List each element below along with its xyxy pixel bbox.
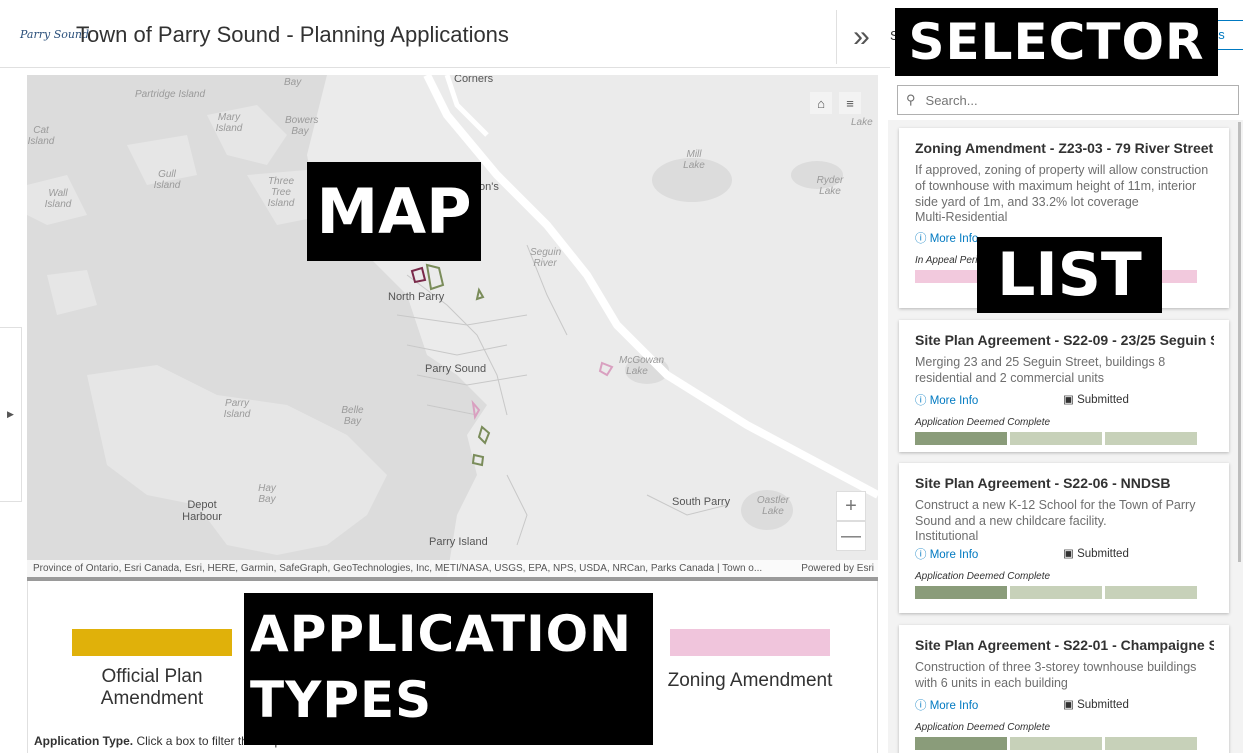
water-label: Ryder Lake [816,175,844,197]
more-info-label: More Info [929,395,979,407]
status-label: Submitted [1077,548,1129,560]
card-description: Merging 23 and 25 Seguin Street, buildin… [915,355,1166,385]
water-label: Bay [284,77,302,88]
chevron-right-icon: ▶ [7,409,14,419]
status-label: Submitted [1077,699,1129,711]
status-badge: ▣ Submitted [1063,546,1129,562]
status-badge: ▣ Submitted [1063,392,1129,408]
more-info-link[interactable]: ⓘ More Info [915,697,1063,713]
list-overlay-label: LIST [977,237,1162,313]
page-title: Town of Parry Sound - Planning Applicati… [76,22,509,47]
search-field[interactable]: ⚲ [897,85,1239,115]
calendar-icon: ▣ [1063,699,1078,711]
water-label: Parry Island [223,398,251,420]
card-phase: Application Deemed Complete [915,417,1051,428]
double-chevron-right-icon[interactable]: » [836,10,886,64]
info-icon: ⓘ [915,700,930,712]
zoom-out-button[interactable]: — [836,521,866,551]
more-info-link[interactable]: ⓘ More Info [915,392,1063,408]
status-badge: ▣ Submitted [1063,697,1129,713]
status-label: Submitted [1077,394,1129,406]
more-info-label: More Info [929,700,979,712]
zoning-amendment-swatch[interactable] [670,629,830,656]
home-icon[interactable]: ⌂ [810,92,832,114]
card-description: Construct a new K-12 School for the Town… [915,498,1196,528]
card-phase: Application Deemed Complete [915,571,1051,582]
water-label: Lake [851,117,873,128]
place-label: Parry Island [429,536,488,548]
side-panel-toggle[interactable]: ▶ [0,327,22,502]
place-label: South Parry [672,496,731,508]
water-label: Cat Island [27,125,55,147]
calendar-icon: ▣ [1063,548,1078,560]
more-info-link[interactable]: ⓘ More Info [915,546,1063,562]
map-basemap [27,75,878,577]
card-title: Site Plan Agreement - S22-09 - 23/25 Seg… [915,332,1214,348]
application-list: Zoning Amendment - Z23-03 - 79 River Str… [888,120,1243,753]
attribution-text: Province of Ontario, Esri Canada, Esri, … [33,563,763,574]
progress-bar [915,432,1197,445]
water-label: McGowan Lake [619,355,665,377]
selector-overlay-label: SELECTOR [895,8,1218,76]
card-description: Construction of three 3-storey townhouse… [915,660,1197,690]
calendar-icon: ▣ [1063,394,1078,406]
more-info-label: More Info [929,549,979,561]
app-header: Parry Sound Town of Parry Sound - Planni… [0,0,890,68]
official-plan-amendment-label[interactable]: Official Plan Amendment [72,666,232,710]
water-label: Gull Island [153,169,181,191]
card-title: Site Plan Agreement - S22-06 - NNDSB [915,475,1171,491]
map-view[interactable]: Partridge Island Mary Island Bowers Bay … [27,75,878,577]
application-types-overlay-label: APPLICATION TYPES [244,593,653,745]
progress-bar [915,586,1197,599]
info-icon: ⓘ [915,395,930,407]
water-label: Wall Island [44,188,72,210]
overlay-line: TYPES [250,671,433,729]
info-icon: ⓘ [915,549,930,561]
map-overlay-label: MAP [307,162,481,261]
list-item[interactable]: Site Plan Agreement - S22-01 - Champaign… [899,625,1229,753]
water-label: Bowers Bay [285,115,319,137]
place-label: North Parry [388,291,445,303]
progress-bar [915,737,1197,750]
legend-list-icon[interactable]: ≡ [839,92,861,114]
more-info-label: More Info [929,233,979,245]
place-label: Parry Sound [425,363,487,375]
info-icon: ⓘ [915,233,930,245]
list-item[interactable]: Site Plan Agreement - S22-06 - NNDSB Con… [899,463,1229,613]
search-input[interactable] [925,92,1206,108]
list-item[interactable]: Site Plan Agreement - S22-09 - 23/25 Seg… [899,320,1229,452]
card-category: Multi-Residential [915,210,1008,224]
types-instructions-bold: Application Type. [34,734,134,748]
powered-by-esri-link[interactable]: Powered by Esri [801,560,874,577]
card-phase: Application Deemed Complete [915,722,1051,733]
water-label: Hay Bay [258,483,276,505]
list-scrollbar[interactable] [1238,122,1241,562]
water-label: Belle Bay [341,405,364,427]
official-plan-amendment-swatch[interactable] [72,629,232,656]
water-label: Mill Lake [683,149,705,171]
search-icon: ⚲ [906,92,916,107]
overlay-line: APPLICATION [250,605,633,663]
place-label: Depot Harbour [182,499,222,523]
water-label: Mary Island [215,112,243,134]
card-category: Institutional [915,529,979,543]
zoning-amendment-label[interactable]: Zoning Amendment [650,670,850,692]
water-label: Three Tree Island [267,176,295,209]
card-description: If approved, zoning of property will all… [915,163,1209,209]
place-label: on's [479,181,499,193]
card-title: Site Plan Agreement - S22-01 - Champaign… [915,637,1214,653]
water-label: Seguin River [530,247,562,269]
place-label: Corners [454,75,494,85]
water-label: Oastler Lake [756,495,790,517]
card-title: Zoning Amendment - Z23-03 - 79 River Str… [915,140,1214,156]
water-label: Partridge Island [135,89,206,100]
map-attribution: Province of Ontario, Esri Canada, Esri, … [27,560,878,577]
zoom-in-button[interactable]: + [836,491,866,521]
